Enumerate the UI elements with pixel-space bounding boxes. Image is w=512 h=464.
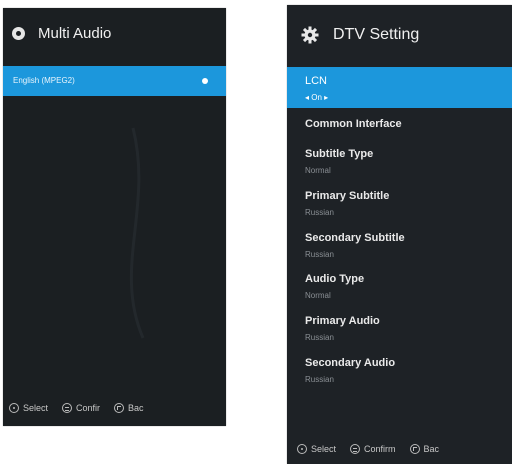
dtv-setting-hint-bar: Select Confirm Bac	[287, 434, 512, 464]
hint-confirm-label: Confirm	[364, 444, 396, 454]
menu-item-secondary-audio[interactable]: Secondary Audio Russian	[305, 357, 504, 384]
secondary-audio-label: Secondary Audio	[305, 357, 396, 369]
navigation-icon	[297, 444, 307, 454]
arrow-right-icon[interactable]: ▸	[324, 93, 328, 102]
multi-audio-header: Multi Audio	[3, 8, 226, 58]
hint-back-label: Bac	[128, 403, 144, 413]
arrow-left-icon[interactable]: ◂	[305, 93, 309, 102]
hint-select: Select	[297, 444, 336, 454]
multi-audio-panel: Multi Audio English (MPEG2) Select Confi…	[3, 8, 226, 426]
primary-audio-value: Russian	[305, 333, 334, 342]
dtv-setting-panel: DTV Setting LCN ◂ On ▸ Common Interface …	[287, 5, 512, 464]
navigation-icon	[9, 403, 19, 413]
hint-back-label: Bac	[423, 444, 440, 454]
menu-item-lcn[interactable]: LCN ◂ On ▸	[287, 67, 512, 108]
audio-track-label: English (MPEG2)	[13, 76, 75, 85]
ok-button-icon	[62, 403, 73, 413]
back-icon	[409, 444, 420, 454]
hint-confirm-label: Confir	[76, 403, 101, 413]
menu-item-audio-type[interactable]: Audio Type Normal	[305, 273, 504, 300]
secondary-audio-value: Russian	[305, 375, 334, 384]
audio-type-label: Audio Type	[305, 273, 365, 285]
menu-item-primary-subtitle[interactable]: Primary Subtitle Russian	[305, 190, 504, 217]
lcn-value: On	[311, 93, 322, 102]
subtitle-type-label: Subtitle Type	[305, 148, 374, 160]
dtv-setting-header: DTV Setting	[287, 5, 512, 65]
primary-subtitle-value: Russian	[305, 208, 334, 217]
subtitle-type-value: Normal	[305, 166, 331, 175]
primary-subtitle-label: Primary Subtitle	[305, 190, 390, 202]
hint-select-label: Select	[311, 444, 337, 454]
back-icon	[114, 403, 125, 413]
lcn-label: LCN	[305, 75, 328, 87]
audio-type-value: Normal	[305, 291, 331, 300]
hint-confirm: Confir	[62, 403, 100, 413]
lcn-value-selector[interactable]: ◂ On ▸	[305, 93, 328, 102]
ok-button-icon	[350, 444, 361, 454]
hint-back: Bac	[114, 403, 144, 413]
dtv-setting-title: DTV Setting	[333, 26, 420, 43]
primary-audio-label: Primary Audio	[305, 315, 380, 327]
menu-item-secondary-subtitle[interactable]: Secondary Subtitle Russian	[305, 232, 504, 259]
speaker-icon	[12, 26, 25, 40]
multi-audio-hint-bar: Select Confir Bac	[3, 390, 226, 426]
secondary-subtitle-value: Russian	[305, 250, 334, 259]
menu-item-primary-audio[interactable]: Primary Audio Russian	[305, 315, 504, 342]
hint-back: Bac	[409, 444, 440, 454]
multi-audio-title: Multi Audio	[38, 24, 112, 42]
menu-item-subtitle-type[interactable]: Subtitle Type Normal	[305, 148, 504, 175]
hint-select: Select	[9, 403, 48, 413]
menu-item-common-interface[interactable]: Common Interface	[305, 118, 504, 130]
hint-confirm: Confirm	[350, 444, 396, 454]
gear-icon	[301, 26, 319, 44]
audio-track-item[interactable]: English (MPEG2)	[3, 66, 226, 96]
common-interface-label: Common Interface	[305, 118, 402, 130]
selected-dot-icon	[202, 78, 208, 84]
secondary-subtitle-label: Secondary Subtitle	[305, 232, 405, 244]
hint-select-label: Select	[23, 403, 49, 413]
